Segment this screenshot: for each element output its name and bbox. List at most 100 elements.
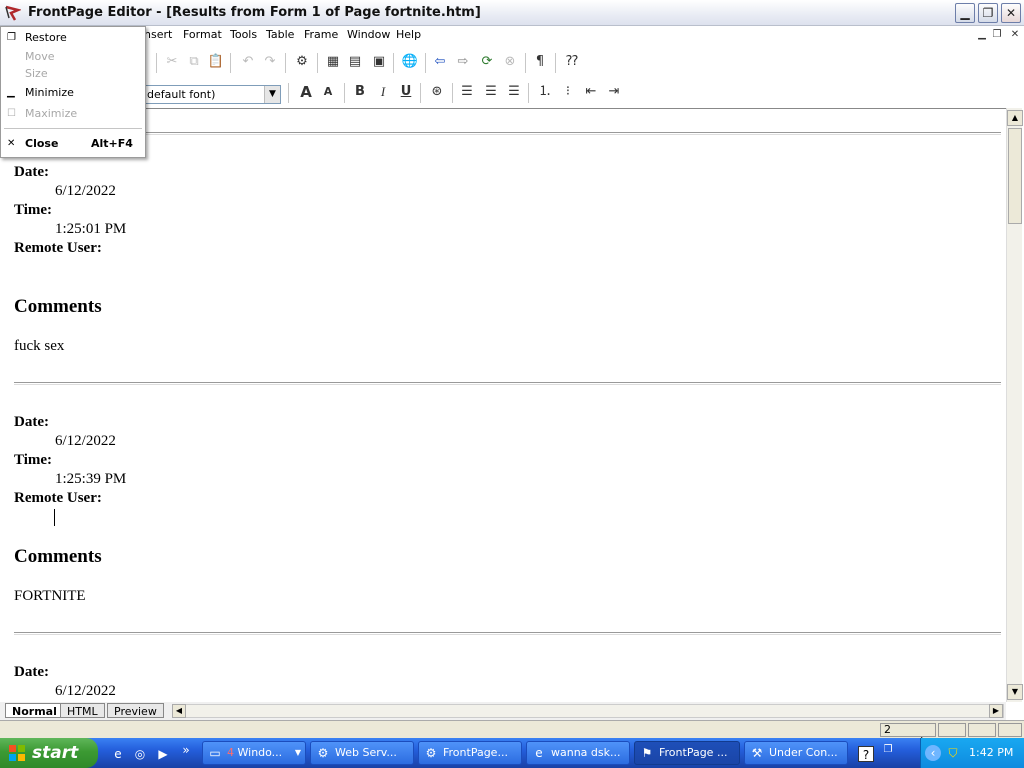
- date-value: 6/12/2022: [55, 433, 116, 449]
- time-value: 1:25:39 PM: [55, 471, 127, 487]
- help-icon[interactable]: ?: [858, 746, 874, 762]
- date-value: 6/12/2022: [55, 183, 116, 199]
- minimize-icon: ▁: [7, 87, 15, 98]
- status-download-time: 2 seconds: [880, 723, 936, 748]
- doc-minimize-icon[interactable]: ▁: [975, 28, 989, 41]
- align-left-icon[interactable]: ☰: [457, 82, 477, 102]
- vertical-scrollbar[interactable]: ▲ ▼: [1006, 108, 1023, 702]
- scroll-left-icon[interactable]: ◀: [172, 704, 186, 718]
- doc-close-icon[interactable]: ✕: [1008, 28, 1022, 41]
- comments-heading: Comments: [14, 296, 102, 317]
- scroll-right-icon[interactable]: ▶: [989, 704, 1003, 718]
- close-button[interactable]: ✕: [1001, 3, 1021, 23]
- taskbar-item-windows[interactable]: ▭ 4 Windo... ▼: [202, 741, 306, 765]
- minimize-button[interactable]: ▁: [955, 3, 975, 23]
- taskbar-item-frontpage-editor[interactable]: ⚑ FrontPage ...: [634, 741, 740, 765]
- tray-shield-icon[interactable]: ⛉: [945, 745, 961, 761]
- menu-frame[interactable]: Frame: [304, 28, 338, 41]
- start-button[interactable]: start: [0, 738, 98, 768]
- menu-format[interactable]: Format: [183, 28, 222, 41]
- taskbar-item-under-construction[interactable]: ⚒ Under Con...: [744, 741, 848, 765]
- horizontal-scrollbar[interactable]: ◀ ▶: [172, 704, 1004, 718]
- menu-item-restore[interactable]: ❐ Restore: [1, 29, 145, 47]
- media-player-quicklaunch-icon[interactable]: ▶: [155, 746, 171, 762]
- align-right-icon[interactable]: ☰: [504, 82, 524, 102]
- menu-bar: nsert Format Tools Table Frame Window He…: [0, 26, 1024, 44]
- menu-window[interactable]: Window: [347, 28, 390, 41]
- tray-expand-icon[interactable]: ‹: [925, 745, 941, 761]
- hyperlink-icon[interactable]: 🌐: [400, 52, 420, 72]
- clock: 1:42 PM: [969, 746, 1014, 759]
- frontpage-app-icon[interactable]: [3, 4, 21, 22]
- menu-item-minimize[interactable]: ▁ Minimize: [1, 84, 145, 102]
- tab-preview[interactable]: Preview: [107, 703, 164, 718]
- restore-down-icon[interactable]: ❐: [880, 742, 896, 758]
- taskbar-item-frontpage-explorer[interactable]: ⚙ FrontPage...: [418, 741, 522, 765]
- restore-button[interactable]: ❐: [978, 3, 998, 23]
- taskbar-item-web-server[interactable]: ⚙ Web Serv...: [310, 741, 414, 765]
- menu-insert[interactable]: nsert: [144, 28, 172, 41]
- redo-icon[interactable]: ↷: [260, 52, 280, 72]
- comment-text: FORTNITE: [14, 588, 86, 604]
- paste-icon[interactable]: 📋: [206, 52, 226, 72]
- format-toolbar: default font) ▼ A A B I U ⊛ ☰ ☰ ☰ ⒈ ⁝ ⇤ …: [0, 80, 1024, 106]
- copy-icon[interactable]: ⧉: [184, 52, 204, 72]
- menu-tools[interactable]: Tools: [230, 28, 257, 41]
- tab-normal[interactable]: Normal: [5, 703, 64, 718]
- forward-icon[interactable]: ⇨: [453, 52, 473, 72]
- decrease-font-icon[interactable]: A: [318, 82, 338, 102]
- time-value: 1:25:01 PM: [55, 221, 127, 237]
- increase-indent-icon[interactable]: ⇥: [604, 82, 624, 102]
- increase-font-icon[interactable]: A: [296, 82, 316, 102]
- back-icon[interactable]: ⇦: [430, 52, 450, 72]
- close-icon: ✕: [7, 138, 16, 149]
- quicklaunch-more-icon[interactable]: »: [178, 742, 194, 758]
- doc-restore-icon[interactable]: ❐: [990, 28, 1004, 41]
- numbered-list-icon[interactable]: ⒈: [535, 82, 555, 102]
- scroll-down-icon[interactable]: ▼: [1007, 684, 1023, 700]
- decrease-indent-icon[interactable]: ⇤: [581, 82, 601, 102]
- outlook-quicklaunch-icon[interactable]: ◎: [132, 746, 148, 762]
- date-label: Date:: [14, 664, 49, 680]
- horizontal-rule: [14, 632, 1001, 635]
- taskbar-item-browser[interactable]: e wanna dsk...: [526, 741, 630, 765]
- comments-heading: Comments: [14, 546, 102, 567]
- menu-help[interactable]: Help: [396, 28, 421, 41]
- paragraph-marks-icon[interactable]: ¶: [530, 52, 550, 72]
- editor-area[interactable]: Date: 6/12/2022 Time: 1:25:01 PM Remote …: [0, 108, 1006, 702]
- font-select-value: default font): [147, 88, 216, 101]
- refresh-icon[interactable]: ⟳: [477, 52, 497, 72]
- remote-user-label: Remote User:: [14, 490, 102, 506]
- scroll-thumb[interactable]: [1008, 128, 1022, 224]
- menu-item-maximize: ☐ Maximize: [1, 105, 145, 123]
- bulleted-list-icon[interactable]: ⁝: [558, 82, 578, 102]
- taskbar-item-label: FrontPage ...: [659, 746, 728, 759]
- insert-image-icon[interactable]: ▣: [369, 52, 389, 72]
- italic-icon[interactable]: I: [373, 82, 393, 102]
- font-select[interactable]: default font) ▼: [140, 85, 281, 104]
- help-pointer-icon[interactable]: ⁇: [562, 52, 582, 72]
- tab-html[interactable]: HTML: [60, 703, 105, 718]
- status-bar: 2 seconds: [0, 720, 1024, 748]
- horizontal-rule: [14, 382, 1001, 385]
- insert-form-icon[interactable]: ▦: [323, 52, 343, 72]
- align-center-icon[interactable]: ☰: [481, 82, 501, 102]
- windows-flag-icon: [9, 745, 25, 761]
- taskbar: start e ◎ ▶ » ▭ 4 Windo... ▼ ⚙ Web Serv.…: [0, 738, 1024, 768]
- text-color-icon[interactable]: ⊛: [427, 82, 447, 102]
- menu-table[interactable]: Table: [266, 28, 294, 41]
- scroll-up-icon[interactable]: ▲: [1007, 110, 1023, 126]
- undo-icon[interactable]: ↶: [238, 52, 258, 72]
- underline-icon[interactable]: U: [396, 82, 416, 102]
- stop-icon[interactable]: ⊗: [500, 52, 520, 72]
- cut-icon[interactable]: ✂: [162, 52, 182, 72]
- ie-quicklaunch-icon[interactable]: e: [110, 746, 126, 762]
- chevron-down-icon[interactable]: ▼: [264, 86, 280, 103]
- taskbar-item-label: wanna dsk...: [551, 746, 621, 759]
- webbot-icon[interactable]: ⚙: [292, 52, 312, 72]
- insert-table-icon[interactable]: ▤: [345, 52, 365, 72]
- remote-user-label: Remote User:: [14, 240, 102, 256]
- chevron-down-icon: ▼: [294, 748, 301, 757]
- bold-icon[interactable]: B: [350, 82, 370, 102]
- menu-item-close[interactable]: ✕ Close Alt+F4: [1, 135, 145, 153]
